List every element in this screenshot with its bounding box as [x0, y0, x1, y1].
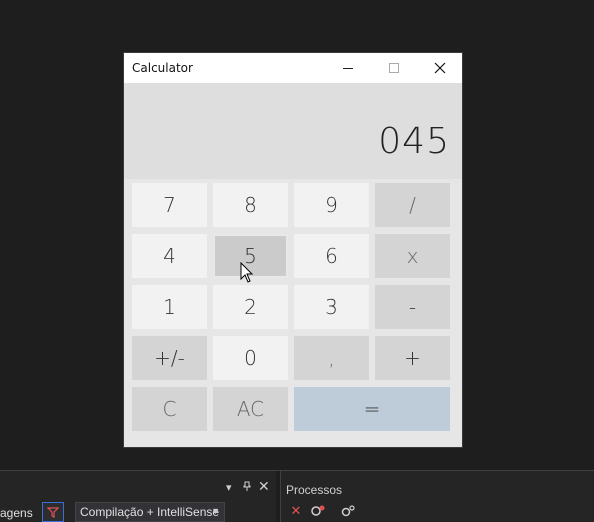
key-decimal[interactable]: , — [294, 336, 369, 380]
title-bar[interactable]: Calculator — [124, 53, 462, 83]
build-scope-dropdown[interactable]: Compilação + IntelliSense ▼ — [75, 502, 225, 522]
filter-button[interactable] — [42, 502, 64, 522]
key-2[interactable]: 2 — [213, 285, 288, 329]
debug-settings-icon[interactable] — [310, 503, 326, 519]
key-6[interactable]: 6 — [294, 234, 369, 278]
delete-icon[interactable]: ✕ — [288, 503, 304, 519]
pin-glyph-icon — [243, 481, 251, 491]
key-divide[interactable]: / — [375, 183, 450, 227]
window-title: Calculator — [132, 61, 193, 75]
key-multiply[interactable]: x — [375, 234, 450, 278]
key-7[interactable]: 7 — [132, 183, 207, 227]
key-1[interactable]: 1 — [132, 285, 207, 329]
mouse-cursor-icon — [240, 262, 254, 283]
filter-icon — [47, 507, 59, 518]
pin-icon[interactable] — [242, 481, 252, 495]
maximize-icon — [389, 63, 399, 73]
close-icon — [434, 62, 446, 74]
gear-red-icon — [311, 505, 325, 516]
key-0[interactable]: 0 — [213, 336, 288, 380]
key-add[interactable]: + — [375, 336, 450, 380]
tab-label-partial: agens — [0, 506, 33, 520]
key-equals[interactable]: = — [294, 387, 450, 431]
key-subtract[interactable]: - — [375, 285, 450, 329]
key-negate[interactable]: +/- — [132, 336, 207, 380]
minimize-button[interactable] — [326, 53, 370, 83]
display: 045 — [124, 83, 462, 179]
panel-dropdown-icon[interactable]: ▾ — [226, 481, 232, 494]
key-9[interactable]: 9 — [294, 183, 369, 227]
minimize-icon — [343, 67, 353, 69]
gears-icon[interactable] — [340, 503, 356, 519]
settings-gears-icon — [341, 505, 355, 517]
key-3[interactable]: 3 — [294, 285, 369, 329]
maximize-button[interactable] — [372, 53, 416, 83]
key-8[interactable]: 8 — [213, 183, 288, 227]
processes-title: Processos — [286, 483, 343, 497]
close-button[interactable] — [418, 53, 462, 83]
close-panel-icon[interactable]: ✕ — [258, 479, 270, 495]
key-4[interactable]: 4 — [132, 234, 207, 278]
key-clear[interactable]: C — [132, 387, 207, 431]
key-all-clear[interactable]: AC — [213, 387, 288, 431]
chevron-down-icon: ▼ — [211, 506, 220, 516]
dropdown-value: Compilação + IntelliSense — [80, 505, 220, 519]
display-value: 045 — [378, 121, 450, 162]
calculator-window: Calculator 045 7 8 9 / 4 5 6 x 1 2 3 - +… — [124, 53, 462, 447]
